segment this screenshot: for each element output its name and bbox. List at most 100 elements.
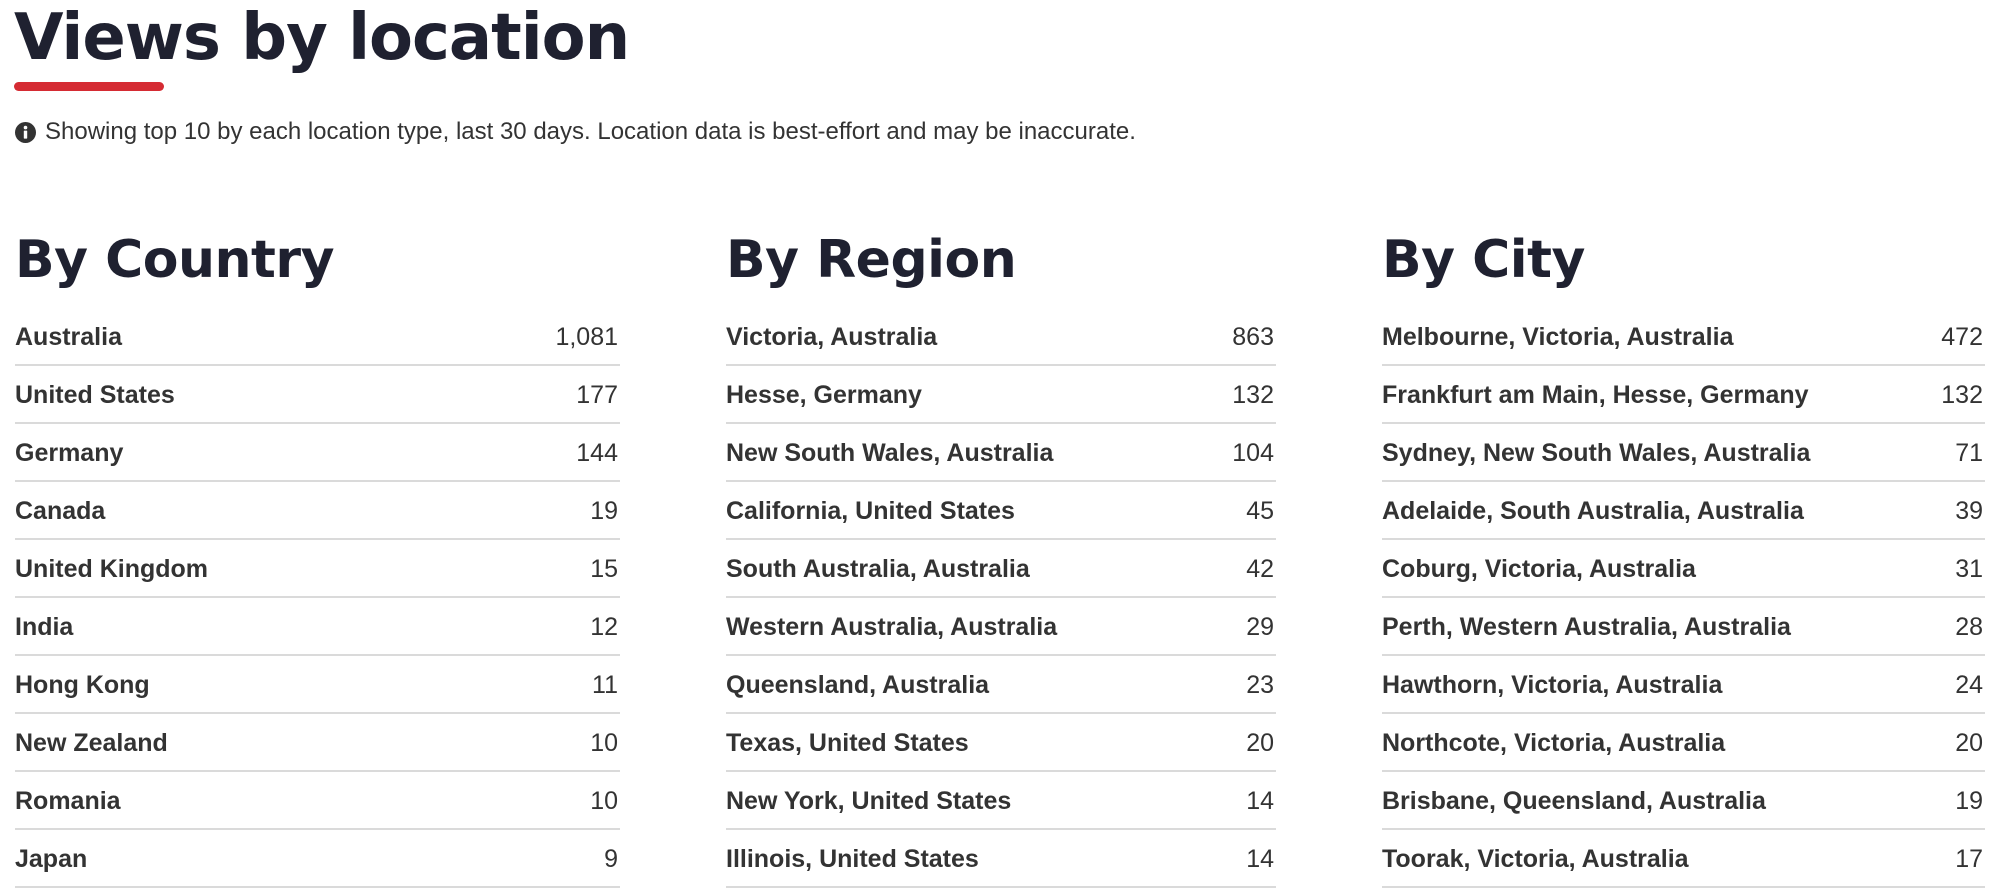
location-name: United Kingdom: [15, 554, 209, 583]
view-count: 10: [590, 728, 618, 757]
list-item: Romania 10: [15, 772, 620, 830]
list-item: Texas, United States 20: [726, 714, 1276, 772]
title-underline: [14, 82, 164, 91]
location-name: Northcote, Victoria, Australia: [1382, 728, 1726, 757]
location-name: India: [15, 612, 74, 641]
list-item: Illinois, United States 14: [726, 830, 1276, 888]
list-item: Western Australia, Australia 29: [726, 598, 1276, 656]
section-heading: By Region: [726, 230, 1017, 290]
location-name: New Zealand: [15, 728, 168, 757]
list-item: Victoria, Australia 863: [726, 309, 1276, 366]
list-item: Sydney, New South Wales, Australia 71: [1382, 424, 1985, 482]
view-count: 11: [592, 670, 618, 699]
location-name: Hawthorn, Victoria, Australia: [1382, 670, 1723, 699]
list-item: Germany 144: [15, 424, 620, 482]
view-count: 144: [576, 438, 618, 467]
list-item: Frankfurt am Main, Hesse, Germany 132: [1382, 366, 1985, 424]
page-title: Views by location: [14, 1, 630, 75]
list-item: South Australia, Australia 42: [726, 540, 1276, 598]
view-count: 20: [1955, 728, 1983, 757]
view-count: 29: [1246, 612, 1274, 641]
view-count: 45: [1246, 496, 1274, 525]
list-item: Queensland, Australia 23: [726, 656, 1276, 714]
location-name: Illinois, United States: [726, 844, 979, 873]
section-heading: By Country: [15, 230, 334, 290]
view-count: 177: [576, 380, 618, 409]
location-name: Queensland, Australia: [726, 670, 990, 699]
view-count: 104: [1232, 438, 1274, 467]
list-item: Coburg, Victoria, Australia 31: [1382, 540, 1985, 598]
location-name: Perth, Western Australia, Australia: [1382, 612, 1791, 641]
location-name: Toorak, Victoria, Australia: [1382, 844, 1689, 873]
view-count: 14: [1246, 844, 1274, 873]
location-list: Melbourne, Victoria, Australia 472 Frankf…: [1382, 309, 1985, 888]
location-name: Coburg, Victoria, Australia: [1382, 554, 1696, 583]
view-count: 71: [1955, 438, 1983, 467]
view-count: 14: [1246, 786, 1274, 815]
list-item: Brisbane, Queensland, Australia 19: [1382, 772, 1985, 830]
view-count: 10: [590, 786, 618, 815]
list-item: Australia 1,081: [15, 309, 620, 366]
info-notice: Showing top 10 by each location type, la…: [15, 117, 1136, 147]
list-item: New South Wales, Australia 104: [726, 424, 1276, 482]
info-circle-icon: [15, 121, 36, 143]
view-count: 42: [1246, 554, 1274, 583]
view-count: 1,081: [555, 323, 618, 351]
location-name: Romania: [15, 786, 121, 815]
list-item: Hesse, Germany 132: [726, 366, 1276, 424]
location-name: Japan: [15, 844, 88, 873]
view-count: 15: [590, 554, 618, 583]
location-name: Australia: [15, 323, 122, 351]
section-by-region: By Region Victoria, Australia 863 Hesse, …: [726, 226, 1276, 888]
list-item: United Kingdom 15: [15, 540, 620, 598]
location-name: Hong Kong: [15, 670, 150, 699]
location-name: South Australia, Australia: [726, 554, 1030, 583]
list-item: United States 177: [15, 366, 620, 424]
location-name: Frankfurt am Main, Hesse, Germany: [1382, 380, 1809, 409]
location-name: Brisbane, Queensland, Australia: [1382, 786, 1766, 815]
location-list: Victoria, Australia 863 Hesse, Germany 132…: [726, 309, 1276, 888]
list-item: Perth, Western Australia, Australia 28: [1382, 598, 1985, 656]
view-count: 9: [604, 844, 618, 873]
view-count: 23: [1246, 670, 1274, 699]
list-item: Melbourne, Victoria, Australia 472: [1382, 309, 1985, 366]
location-name: Western Australia, Australia: [726, 612, 1058, 641]
info-text: Showing top 10 by each location type, la…: [45, 118, 1136, 145]
view-count: 132: [1232, 380, 1274, 409]
view-count: 31: [1955, 554, 1983, 583]
list-item: California, United States 45: [726, 482, 1276, 540]
view-count: 28: [1955, 612, 1983, 641]
view-count: 24: [1955, 670, 1983, 699]
location-name: Canada: [15, 496, 106, 525]
view-count: 39: [1955, 496, 1983, 525]
list-item: Hawthorn, Victoria, Australia 24: [1382, 656, 1985, 714]
view-count: 863: [1232, 323, 1274, 351]
location-name: New South Wales, Australia: [726, 438, 1054, 467]
location-name: Texas, United States: [726, 728, 969, 757]
location-name: Sydney, New South Wales, Australia: [1382, 438, 1811, 467]
location-name: New York, United States: [726, 786, 1012, 815]
location-name: California, United States: [726, 496, 1015, 525]
location-name: Melbourne, Victoria, Australia: [1382, 323, 1734, 351]
section-heading: By City: [1382, 230, 1585, 290]
list-item: New Zealand 10: [15, 714, 620, 772]
location-list: Australia 1,081 United States 177 Germany 1…: [15, 309, 620, 888]
list-item: Canada 19: [15, 482, 620, 540]
view-count: 132: [1941, 380, 1983, 409]
list-item: Hong Kong 11: [15, 656, 620, 714]
view-count: 17: [1955, 844, 1983, 873]
list-item: Adelaide, South Australia, Australia 39: [1382, 482, 1985, 540]
list-item: Japan 9: [15, 830, 620, 888]
location-name: Germany: [15, 438, 124, 467]
list-item: India 12: [15, 598, 620, 656]
location-name: Victoria, Australia: [726, 323, 938, 351]
list-item: Toorak, Victoria, Australia 17: [1382, 830, 1985, 888]
view-count: 19: [1955, 786, 1983, 815]
list-item: Northcote, Victoria, Australia 20: [1382, 714, 1985, 772]
location-name: Hesse, Germany: [726, 380, 922, 409]
view-count: 472: [1941, 323, 1983, 351]
section-by-city: By City Melbourne, Victoria, Australia 47…: [1382, 226, 1985, 888]
location-name: Adelaide, South Australia, Australia: [1382, 496, 1804, 525]
section-by-country: By Country Australia 1,081 United States 1…: [15, 226, 620, 888]
view-count: 19: [590, 496, 618, 525]
